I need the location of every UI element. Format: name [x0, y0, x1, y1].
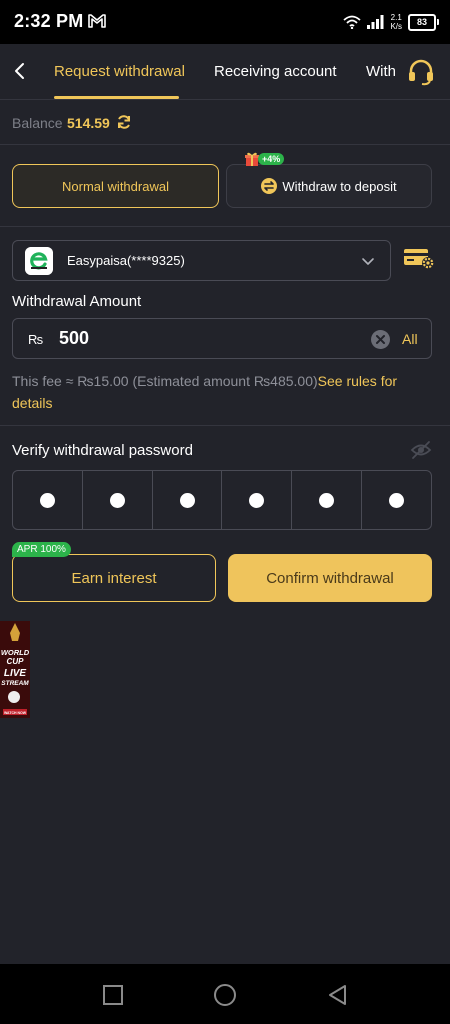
easypaisa-logo-icon	[25, 247, 53, 275]
pin-cell[interactable]	[83, 471, 153, 529]
promo-line-4: STREAM	[1, 680, 29, 687]
back-icon[interactable]	[326, 983, 350, 1007]
earn-interest-label: Earn interest	[71, 569, 157, 587]
pin-cell[interactable]	[362, 471, 431, 529]
promo-line-2: CUP	[7, 657, 25, 666]
world-cup-promo-banner[interactable]: WORLD CUP LIVE STREAM WATCH NOW	[0, 621, 30, 718]
withdraw-to-deposit-button[interactable]: Withdraw to deposit	[226, 164, 432, 208]
header: Request withdrawal Receiving account Wit…	[0, 44, 450, 100]
promo-line-5: WATCH NOW	[4, 711, 27, 715]
system-nav-bar	[0, 964, 450, 1024]
active-tab-indicator	[54, 96, 179, 99]
all-amount-button[interactable]: All	[402, 331, 418, 347]
pin-cell[interactable]	[222, 471, 293, 529]
withdrawal-screen: 2:32 PM 2.1 K/s 83 Request withdrawal Re…	[0, 0, 450, 1024]
pin-cell[interactable]	[153, 471, 223, 529]
promo-line-1: WORLD	[1, 648, 30, 657]
balance-value: 514.59	[67, 115, 110, 131]
account-select[interactable]: Easypaisa(****9325)	[12, 240, 391, 281]
network-speed: 2.1 K/s	[390, 13, 402, 31]
status-indicators: 2.1 K/s 83	[343, 10, 439, 34]
section-divider	[0, 226, 450, 227]
withdrawal-amount-label: Withdrawal Amount	[12, 293, 142, 310]
pin-dot	[109, 492, 125, 508]
pin-dot	[319, 492, 335, 508]
status-bar: 2:32 PM 2.1 K/s 83	[0, 0, 450, 44]
account-name: Easypaisa(****9325)	[67, 253, 185, 268]
tab-withdrawal-record[interactable]: Withdrawal record	[366, 44, 396, 99]
pin-cell[interactable]	[13, 471, 83, 529]
tab-receiving-account[interactable]: Receiving account	[214, 44, 337, 99]
network-speed-unit: K/s	[390, 22, 402, 31]
deposit-bonus-text: +4%	[258, 152, 285, 165]
clear-icon[interactable]	[371, 330, 390, 349]
pin-dot	[39, 492, 55, 508]
pin-dot	[249, 492, 265, 508]
currency-symbol: ₨	[28, 332, 44, 347]
normal-withdrawal-button[interactable]: Normal withdrawal	[12, 164, 219, 208]
fee-info: This fee ≈ ₨15.00 (Estimated amount ₨485…	[12, 370, 432, 414]
wifi-icon	[343, 15, 362, 29]
pin-cell[interactable]	[292, 471, 363, 529]
amount-input[interactable]: ₨ 500 All	[12, 318, 432, 359]
deposit-bonus-badge: +4%	[244, 150, 285, 167]
home-icon[interactable]	[213, 983, 237, 1007]
recent-apps-icon[interactable]	[101, 983, 125, 1007]
pin-dot	[179, 492, 195, 508]
refresh-icon[interactable]	[116, 114, 132, 130]
eye-off-icon[interactable]	[410, 440, 432, 460]
balance-label: Balance	[12, 115, 63, 131]
amount-value[interactable]: 500	[59, 328, 89, 349]
network-speed-value: 2.1	[390, 13, 402, 22]
password-input[interactable]	[12, 470, 432, 530]
back-arrow-icon[interactable]	[8, 57, 32, 85]
apr-badge: APR 100%	[12, 542, 71, 557]
withdraw-to-deposit-label: Withdraw to deposit	[282, 178, 397, 194]
verify-password-label: Verify withdrawal password	[12, 442, 193, 459]
earn-interest-button[interactable]: Earn interest	[12, 554, 216, 602]
confirm-withdrawal-button[interactable]: Confirm withdrawal	[228, 554, 432, 602]
signal-icon	[367, 15, 384, 29]
customer-support-icon[interactable]	[406, 58, 436, 86]
battery-icon: 83	[408, 13, 439, 31]
tab-request-withdrawal[interactable]: Request withdrawal	[54, 44, 185, 99]
confirm-withdrawal-label: Confirm withdrawal	[266, 569, 394, 587]
promo-line-3: LIVE	[4, 668, 27, 679]
normal-withdrawal-label: Normal withdrawal	[62, 178, 169, 194]
chevron-down-icon	[362, 258, 374, 265]
card-settings-icon[interactable]	[403, 247, 435, 271]
balance-row: Balance 514.59	[0, 100, 450, 145]
gmail-icon	[88, 14, 106, 28]
pin-dot	[389, 492, 405, 508]
tab-bar: Request withdrawal Receiving account Wit…	[40, 44, 396, 99]
status-time: 2:32 PM	[14, 11, 84, 31]
swap-icon	[261, 178, 278, 194]
section-divider	[0, 425, 450, 426]
fee-text: This fee ≈ ₨15.00 (Estimated amount ₨485…	[12, 373, 318, 389]
